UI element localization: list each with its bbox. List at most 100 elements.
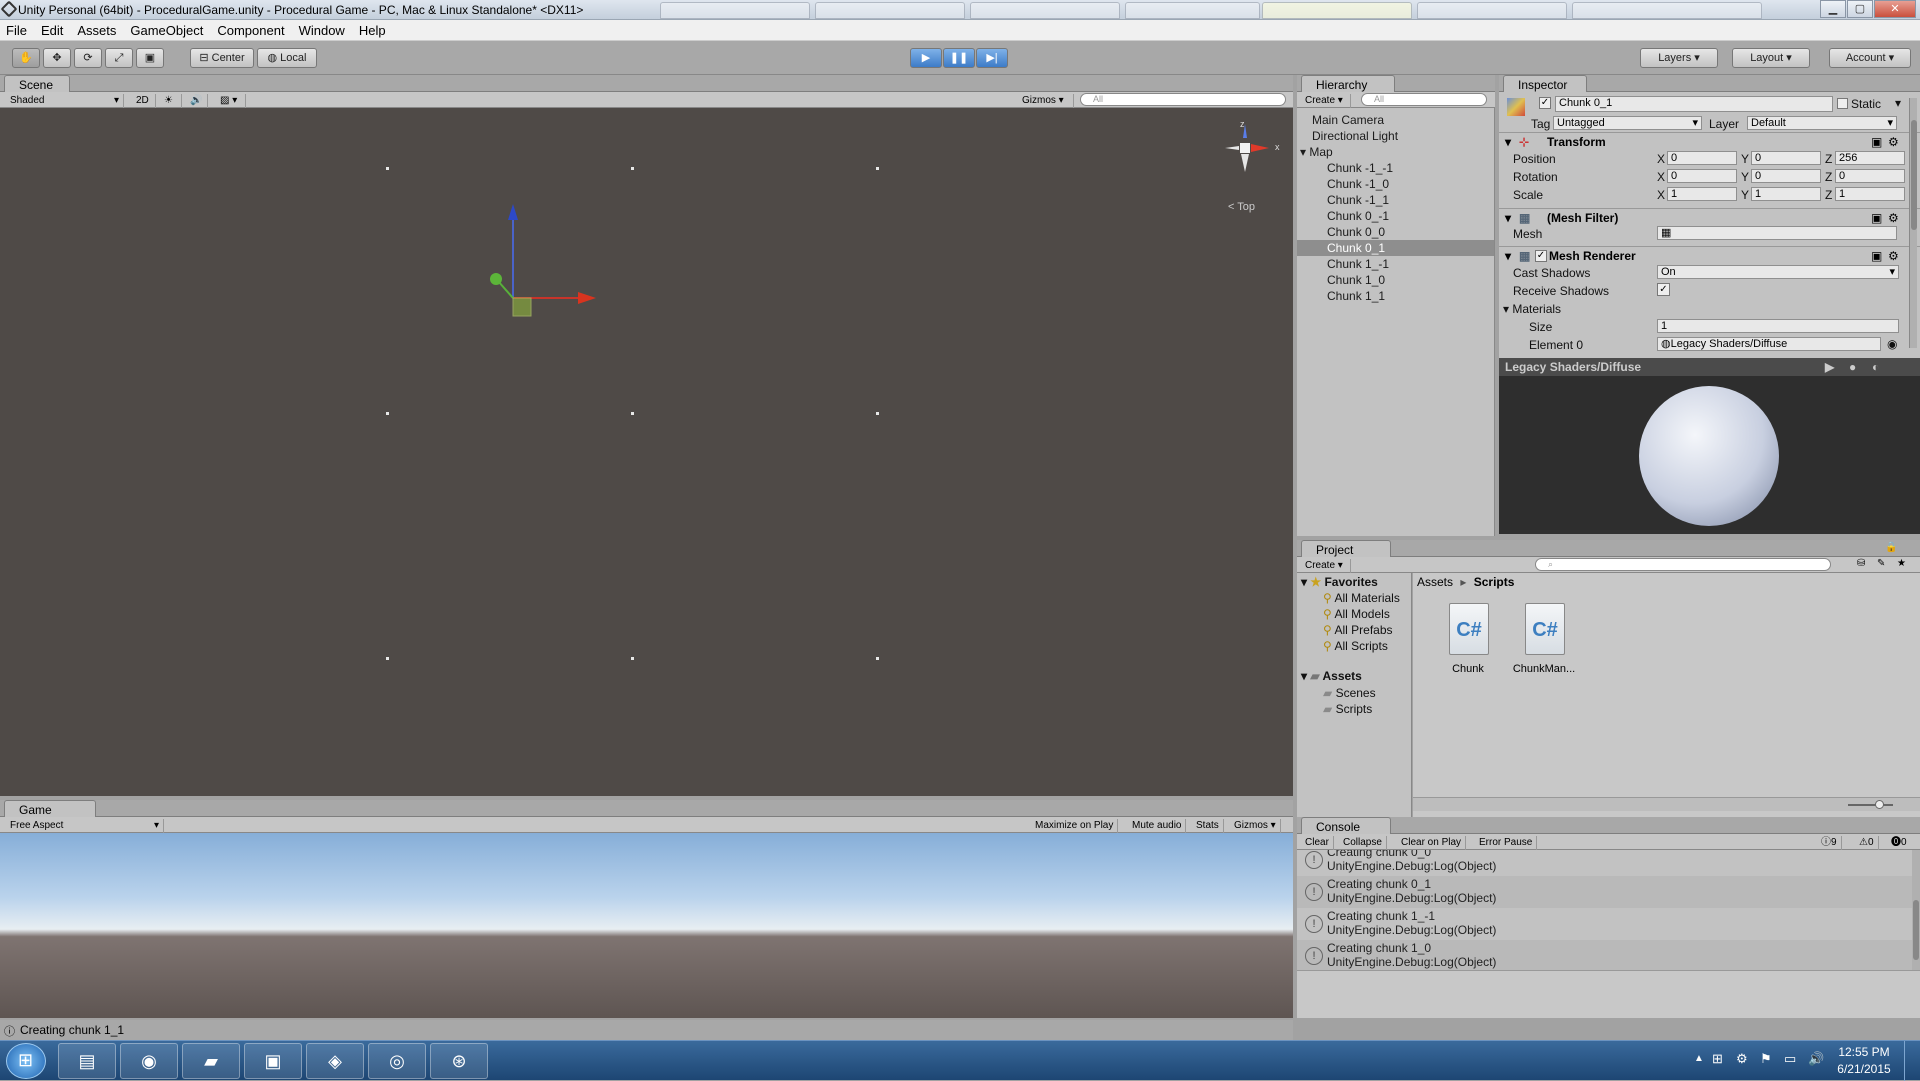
rotation-x-axis-label[interactable]: X xyxy=(1657,170,1665,184)
hierarchy-item[interactable]: Chunk -1_0 xyxy=(1297,176,1494,192)
close-button[interactable]: ✕ xyxy=(1874,0,1916,18)
scale-y-field[interactable]: 1 xyxy=(1751,187,1821,201)
browser-tab[interactable] xyxy=(1125,2,1260,19)
move-gizmo[interactable] xyxy=(480,198,610,328)
error-count-toggle[interactable]: ⓿0 xyxy=(1887,836,1911,850)
script-asset[interactable]: C# Chunk xyxy=(1433,603,1503,683)
breadcrumb-assets[interactable]: Assets xyxy=(1417,575,1453,589)
rect-tool-button[interactable]: ▣ xyxy=(136,48,164,68)
scene-viewport[interactable]: z x < Top xyxy=(0,108,1293,796)
favorite-star-icon[interactable]: ★ xyxy=(1897,558,1906,569)
rotation-y-field[interactable]: 0 xyxy=(1751,169,1821,183)
transform-component-header[interactable]: ▾ ⊹ Transform ▣ ⚙ xyxy=(1499,132,1920,150)
layers-dropdown[interactable]: Layers ▾ xyxy=(1640,48,1718,68)
scene-gizmos-dropdown[interactable]: Gizmos ▾ xyxy=(1018,94,1074,108)
folder-item[interactable]: ▰ Scenes xyxy=(1323,686,1376,700)
foldout-arrow-icon[interactable]: ▾ xyxy=(1505,247,1511,265)
hierarchy-item[interactable]: Directional Light xyxy=(1297,128,1494,144)
rotation-z-axis-label[interactable]: Z xyxy=(1825,170,1832,184)
layer-dropdown[interactable]: Default ▾ xyxy=(1747,116,1897,130)
volume-icon[interactable]: 🔊 xyxy=(1808,1051,1824,1067)
settings-gear-icon[interactable]: ⚙ xyxy=(1888,133,1899,151)
hierarchy-item[interactable]: Chunk 0_-1 xyxy=(1297,208,1494,224)
shading-mode-dropdown[interactable]: Shaded ▾ xyxy=(6,94,124,108)
2d-toggle[interactable]: 2D xyxy=(132,94,156,108)
error-pause-toggle[interactable]: Error Pause xyxy=(1475,836,1538,850)
scrollbar-thumb[interactable] xyxy=(1913,900,1919,960)
hierarchy-search-input[interactable]: All xyxy=(1361,93,1487,106)
log-count-toggle[interactable]: ⓘ9 xyxy=(1817,836,1842,850)
pivot-center-button[interactable]: ⊟ Center xyxy=(190,48,254,68)
object-picker-icon[interactable]: ◉ xyxy=(1887,337,1897,351)
action-center-flag-icon[interactable]: ⚑ xyxy=(1760,1051,1772,1067)
position-z-field[interactable]: 256 xyxy=(1835,151,1905,165)
mesh-filter-header[interactable]: ▾ ▦ (Mesh Filter) ▣ ⚙ xyxy=(1499,208,1920,226)
foldout-arrow-icon[interactable]: ▾ xyxy=(1505,133,1511,151)
hierarchy-item[interactable]: Main Camera xyxy=(1297,112,1494,128)
settings-gear-icon[interactable]: ⚙ xyxy=(1888,209,1899,227)
scale-z-axis-label[interactable]: Z xyxy=(1825,188,1832,202)
lock-icon[interactable]: 🔒 xyxy=(1885,542,1897,553)
clock-time[interactable]: 12:55 PM xyxy=(1832,1045,1896,1059)
object-name-field[interactable]: Chunk 0_1 xyxy=(1555,96,1833,112)
maximize-button[interactable]: ▢ xyxy=(1847,0,1873,18)
menu-help[interactable]: Help xyxy=(359,23,386,38)
foldout-arrow-icon[interactable]: ▾ xyxy=(1300,145,1309,159)
scrollbar-thumb[interactable] xyxy=(1911,120,1917,230)
console-log-entry[interactable]: ! Creating chunk 0_0 UnityEngine.Debug:Log… xyxy=(1297,850,1912,876)
favorite-item[interactable]: ⚲ All Scripts xyxy=(1323,639,1388,653)
foldout-arrow-icon[interactable]: ▾ xyxy=(1505,209,1511,227)
console-clear-button[interactable]: Clear xyxy=(1301,836,1334,850)
maximize-on-play-toggle[interactable]: Maximize on Play xyxy=(1031,819,1119,833)
tab-game[interactable]: Game xyxy=(4,800,96,817)
network-icon[interactable]: ▭ xyxy=(1784,1051,1796,1067)
show-desktop-button[interactable] xyxy=(1904,1041,1920,1081)
orientation-gizmo[interactable] xyxy=(1205,116,1285,196)
game-gizmos-toggle[interactable]: Gizmos ▾ xyxy=(1230,819,1281,833)
inspector-scrollbar[interactable] xyxy=(1909,98,1917,348)
warning-count-toggle[interactable]: ⚠0 xyxy=(1855,836,1879,850)
tag-dropdown[interactable]: Untagged ▾ xyxy=(1553,116,1702,130)
explorer-icon[interactable]: ▤ xyxy=(58,1043,116,1079)
materials-size-field[interactable]: 1 xyxy=(1657,319,1899,333)
chrome-icon[interactable]: ◉ xyxy=(120,1043,178,1079)
icon-size-slider[interactable] xyxy=(1848,804,1893,806)
console-collapse-button[interactable]: Collapse xyxy=(1339,836,1387,850)
move-tool-button[interactable]: ✥ xyxy=(43,48,71,68)
settings-gear-icon[interactable]: ⚙ xyxy=(1888,247,1899,265)
hierarchy-item[interactable]: Chunk -1_-1 xyxy=(1297,160,1494,176)
menu-file[interactable]: File xyxy=(6,23,27,38)
sphere-preview-icon[interactable]: ● xyxy=(1849,358,1856,376)
steam-tray-icon[interactable]: ⚙ xyxy=(1736,1051,1748,1067)
browser-tab[interactable] xyxy=(970,2,1120,19)
cast-shadows-dropdown[interactable]: On ▾ xyxy=(1657,265,1899,279)
position-x-axis-label[interactable]: X xyxy=(1657,152,1665,166)
scale-y-axis-label[interactable]: Y xyxy=(1741,188,1749,202)
receive-shadows-checkbox[interactable]: ✓ xyxy=(1657,283,1670,296)
hierarchy-item[interactable]: Chunk 1_-1 xyxy=(1297,256,1494,272)
hierarchy-item[interactable]: Chunk 0_0 xyxy=(1297,224,1494,240)
account-dropdown[interactable]: Account ▾ xyxy=(1829,48,1911,68)
aspect-dropdown[interactable]: Free Aspect ▾ xyxy=(6,819,164,833)
hierarchy-item[interactable]: Chunk 1_1 xyxy=(1297,288,1494,304)
mesh-renderer-enabled-checkbox[interactable]: ✓ xyxy=(1535,250,1547,262)
static-checkbox[interactable] xyxy=(1837,98,1848,109)
scale-tool-button[interactable]: ⤢ xyxy=(105,48,133,68)
space-local-button[interactable]: ◍ Local xyxy=(257,48,317,68)
tab-inspector[interactable]: Inspector xyxy=(1503,75,1587,92)
unity-icon[interactable]: ◈ xyxy=(306,1043,364,1079)
material-preview[interactable] xyxy=(1499,376,1920,534)
menu-window[interactable]: Window xyxy=(299,23,345,38)
tab-hierarchy[interactable]: Hierarchy xyxy=(1301,75,1395,92)
favorite-item[interactable]: ⚲ All Materials xyxy=(1323,591,1400,605)
play-button[interactable]: ▶ xyxy=(910,48,942,68)
tab-console[interactable]: Console xyxy=(1301,817,1391,834)
console-log-entry[interactable]: ! Creating chunk 1_0 UnityEngine.Debug:Log… xyxy=(1297,940,1912,970)
position-y-field[interactable]: 0 xyxy=(1751,151,1821,165)
pause-button[interactable]: ❚❚ xyxy=(943,48,975,68)
console-log-entry[interactable]: ! Creating chunk 1_-1 UnityEngine.Debug:Lo… xyxy=(1297,908,1912,940)
active-checkbox[interactable]: ✓ xyxy=(1539,97,1551,109)
materials-foldout[interactable]: ▾ Materials xyxy=(1503,302,1561,316)
hand-tool-button[interactable]: ✋ xyxy=(12,48,40,68)
browser-tab[interactable] xyxy=(1417,2,1567,19)
